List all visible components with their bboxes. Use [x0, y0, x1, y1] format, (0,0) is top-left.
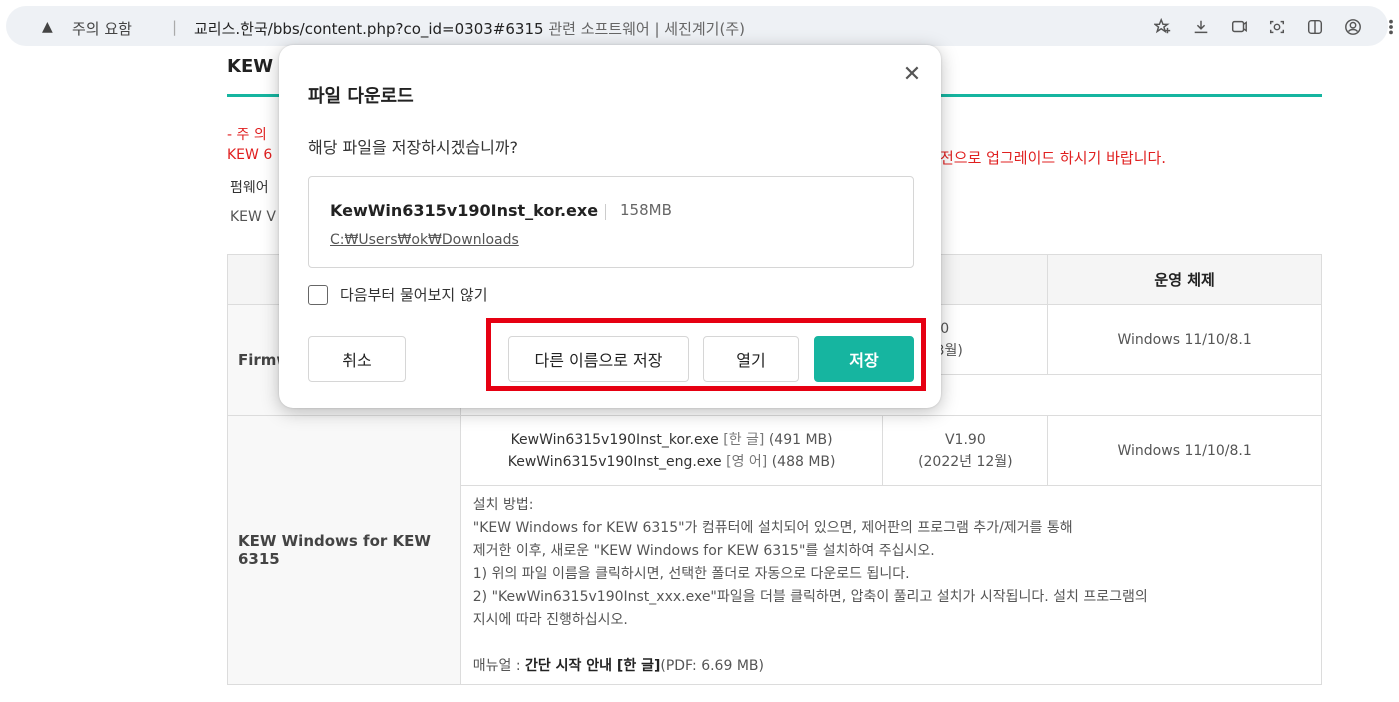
close-icon[interactable]: ✕: [901, 64, 923, 87]
download-folder-link[interactable]: C:₩Users₩ok₩Downloads: [330, 232, 519, 248]
dialog-question: 해당 파일을 저장하시겠습니까?: [308, 138, 519, 157]
notice-firmware: 펌웨어: [230, 180, 269, 196]
header-os: 운영 체제: [1047, 254, 1322, 305]
install-spacer: [473, 632, 1311, 655]
highlight-annotation: [486, 318, 926, 391]
download-file-name: KewWin6315v190Inst_kor.exe: [330, 201, 599, 220]
more-menu-icon[interactable]: [1374, 14, 1399, 40]
install-instructions: 설치 방법: "KEW Windows for KEW 6315"가 컴퓨터에 …: [459, 485, 1323, 685]
file-lang-korean: [한 글]: [723, 431, 765, 448]
file-size-english: (488 MB): [771, 453, 836, 470]
install-line: 제거한 이후, 새로운 "KEW Windows for KEW 6315"를 …: [472, 543, 935, 559]
kew-version-number: V1.90: [944, 431, 986, 448]
profile-icon[interactable]: [1336, 14, 1370, 40]
cancel-button[interactable]: 취소: [308, 336, 406, 382]
download-file-size: 158MB: [620, 201, 672, 219]
extensions-icon[interactable]: [1260, 14, 1294, 40]
install-heading: 설치 방법:: [472, 497, 534, 513]
omnibox[interactable]: ▲ 주의 요함 | 교리스.한국/bbs/content.php?co_id=0…: [6, 6, 1393, 46]
manual-label: 매뉴얼 :: [472, 658, 526, 674]
download-icon[interactable]: [1184, 14, 1218, 40]
warning-icon[interactable]: ▲: [42, 19, 58, 35]
file-link-korean[interactable]: KewWin6315v190Inst_kor.exe [한 글] (491 MB…: [461, 429, 883, 451]
toolbar-icons: [1146, 14, 1399, 40]
file-info-divider: [605, 204, 606, 220]
manual-link[interactable]: 간단 시작 안내 [한 글]: [525, 658, 660, 674]
notice-upgrade-text: 전으로 업그레이드 하시기 바랍니다.: [940, 149, 1167, 167]
manual-row: 매뉴얼 : 간단 시작 안내 [한 글](PDF: 6.69 MB): [473, 655, 1311, 678]
dont-ask-again-row[interactable]: 다음부터 물어보지 않기: [308, 284, 488, 305]
file-lang-english: [영 어]: [726, 453, 768, 470]
install-line: "KEW Windows for KEW 6315"가 컴퓨터에 설치되어 있으…: [472, 520, 1073, 536]
notice-caution-model: KEW 6: [227, 147, 273, 163]
file-size-korean: (491 MB): [768, 431, 833, 448]
kew-windows-files: KewWin6315v190Inst_kor.exe [한 글] (491 MB…: [459, 415, 884, 486]
file-info-box: KewWin6315v190Inst_kor.exe 158MB C:₩User…: [308, 176, 914, 268]
cast-icon[interactable]: [1222, 14, 1256, 40]
dialog-title: 파일 다운로드: [308, 86, 414, 107]
url-text[interactable]: 교리스.한국/bbs/content.php?co_id=0303#6315 관…: [194, 18, 745, 39]
url-value: 교리스.한국/bbs/content.php?co_id=0303#6315: [194, 20, 544, 38]
install-line: 1) 위의 파일 이름을 클릭하시면, 선택한 폴더로 자동으로 다운로드 됩니…: [472, 566, 910, 582]
file-download-dialog: ✕ 파일 다운로드 해당 파일을 저장하시겠습니까? KewWin6315v19…: [279, 45, 941, 408]
dont-ask-again-checkbox[interactable]: [308, 284, 328, 305]
firmware-os: Windows 11/10/8.1: [1047, 304, 1322, 375]
notice-kew-windows: KEW V: [230, 209, 276, 225]
table-row: KEW Windows for KEW 6315 KewWin6315v190I…: [227, 415, 1322, 685]
kew-version-date: (2022년 12월): [918, 453, 1013, 470]
file-link-english-name[interactable]: KewWin6315v190Inst_eng.exe: [508, 454, 722, 470]
kew-windows-version: V1.90 (2022년 12월): [882, 415, 1049, 486]
add-favorite-icon[interactable]: [1146, 14, 1180, 40]
split-view-icon[interactable]: [1298, 14, 1332, 40]
file-link-english[interactable]: KewWin6315v190Inst_eng.exe [영 어] (488 MB…: [461, 451, 883, 473]
install-line: 지시에 따라 진행하십시오.: [472, 612, 628, 628]
section-heading: KEW: [227, 56, 274, 77]
kew-windows-os: Windows 11/10/8.1: [1047, 415, 1322, 486]
dont-ask-again-label[interactable]: 다음부터 물어보지 않기: [340, 284, 488, 305]
notice-caution: - 주 의: [227, 127, 267, 143]
file-link-korean-name[interactable]: KewWin6315v190Inst_kor.exe: [511, 432, 719, 448]
page-title: 관련 소프트웨어 | 세진계기(주): [548, 20, 745, 38]
address-separator: |: [172, 18, 178, 36]
kew-windows-name: KEW Windows for KEW 6315: [227, 415, 461, 685]
manual-size: (PDF: 6.69 MB): [660, 658, 764, 674]
install-line: 2) "KewWin6315v190Inst_xxx.exe"파일을 더블 클릭…: [472, 589, 1148, 605]
security-status[interactable]: 주의 요함: [72, 18, 132, 39]
